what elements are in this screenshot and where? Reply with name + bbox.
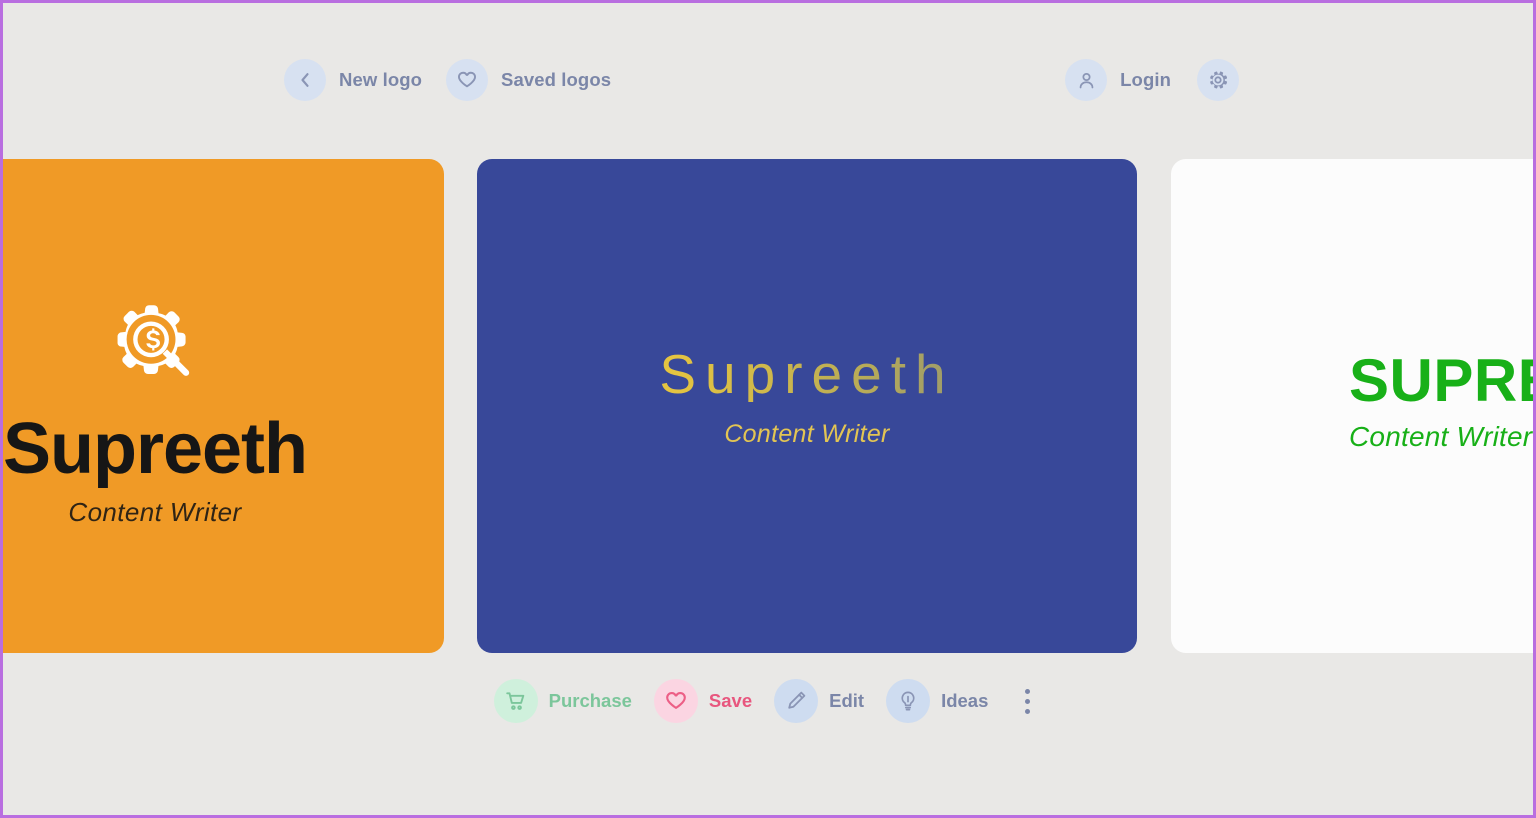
login-label: Login: [1120, 69, 1171, 90]
login-button[interactable]: Login: [1065, 59, 1171, 101]
settings-button[interactable]: [1197, 59, 1239, 101]
save-label: Save: [708, 690, 753, 711]
ideas-label: Ideas: [941, 690, 989, 711]
user-icon: [1065, 59, 1108, 101]
logo-tagline-white: Content Writer: [1349, 421, 1533, 452]
gear-icon: [1197, 59, 1239, 101]
logo-title-orange: Supreeth: [2, 409, 308, 489]
app-header: New logo Saved logos Login: [3, 3, 1533, 155]
logo-tagline-blue: Content Writer: [724, 420, 890, 448]
logo-content-white: SUPREETH Content Writer: [1171, 347, 1533, 453]
heart-icon: [653, 679, 698, 723]
kebab-dot: [1024, 708, 1030, 714]
logo-title-white: SUPREETH: [1349, 347, 1533, 414]
ideas-button[interactable]: Ideas: [886, 679, 988, 723]
logo-title-blue: Supreeth: [477, 347, 1137, 402]
saved-logos-button[interactable]: Saved logos: [446, 59, 611, 101]
kebab-dot: [1024, 688, 1030, 694]
edit-button[interactable]: Edit: [774, 679, 864, 723]
purchase-button[interactable]: Purchase: [493, 679, 632, 723]
saved-logos-label: Saved logos: [501, 69, 612, 90]
header-right-nav: Login: [1065, 59, 1239, 101]
purchase-label: Purchase: [548, 690, 632, 711]
logo-card-white[interactable]: SUPREETH Content Writer: [1171, 159, 1533, 653]
new-logo-button[interactable]: New logo: [284, 59, 422, 101]
logo-card-blue[interactable]: Supreeth Content Writer: [477, 159, 1137, 653]
heart-icon: [446, 59, 489, 101]
logo-content-blue: Supreeth Content Writer: [477, 347, 1137, 449]
pencil-icon: [774, 679, 819, 723]
gear-magnifier-dollar-icon: [3, 299, 444, 403]
new-logo-label: New logo: [339, 69, 423, 90]
logo-card-orange[interactable]: Supreeth Content Writer: [2, 159, 444, 653]
edit-label: Edit: [829, 690, 865, 711]
header-left-nav: New logo Saved logos: [284, 59, 611, 101]
kebab-menu-icon[interactable]: [1012, 681, 1042, 721]
logo-carousel: Supreeth Content Writer Supreeth Content…: [3, 159, 1533, 653]
chevron-left-icon: [284, 59, 326, 101]
app-window: New logo Saved logos Login Supreeth Cont…: [0, 0, 1536, 818]
logo-content-orange: Supreeth Content Writer: [2, 299, 444, 528]
kebab-dot: [1024, 698, 1030, 704]
lightbulb-icon: [886, 679, 931, 723]
logo-tagline-orange: Content Writer: [68, 496, 242, 527]
action-toolbar: Purchase Save Edit Ideas: [3, 679, 1533, 723]
save-button[interactable]: Save: [653, 679, 753, 723]
shopping-cart-icon: [493, 679, 538, 723]
